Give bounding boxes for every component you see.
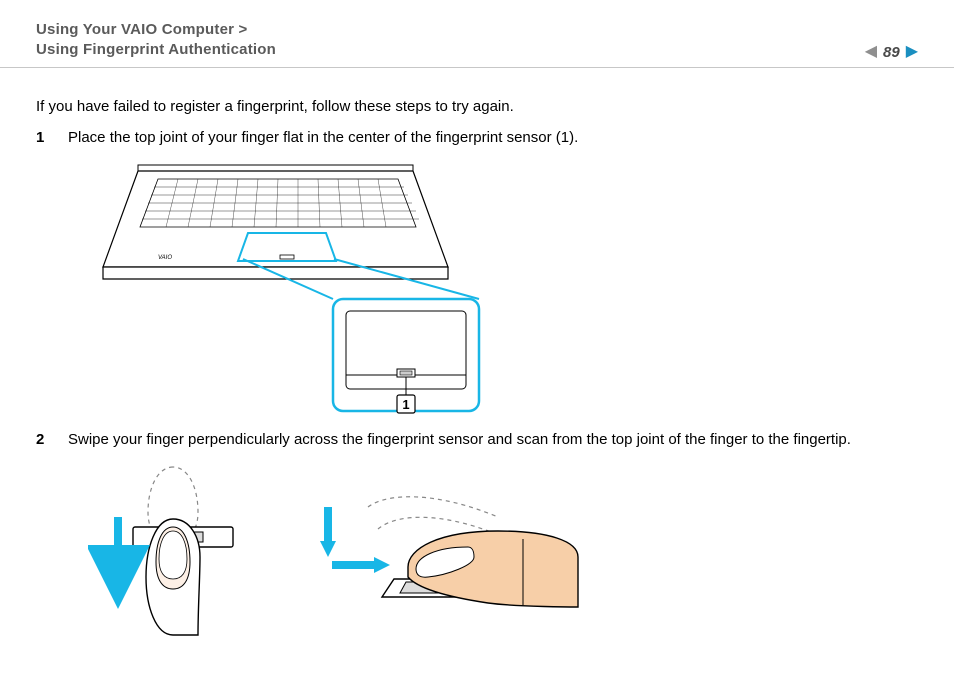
swipe-top-view	[110, 467, 233, 635]
breadcrumb: Using Your VAIO Computer > Using Fingerp…	[36, 20, 918, 61]
breadcrumb-line1: Using Your VAIO Computer >	[36, 20, 918, 40]
step-number: 2	[36, 429, 50, 451]
step-number: 1	[36, 127, 50, 149]
svg-text:VAIO: VAIO	[158, 255, 172, 261]
laptop-illustration: VAIO	[103, 165, 448, 279]
prev-page-icon[interactable]: ◀	[865, 44, 877, 60]
breadcrumb-line2: Using Fingerprint Authentication	[36, 40, 918, 60]
figure-laptop-sensor: VAIO 1	[88, 159, 488, 419]
page-number: 89	[883, 44, 900, 61]
page-controls: ◀ 89 ▶	[865, 44, 918, 61]
intro-text: If you have failed to register a fingerp…	[36, 96, 918, 118]
step-1: 1 Place the top joint of your finger fla…	[36, 127, 918, 149]
swipe-side-view	[320, 497, 578, 607]
sensor-detail-box: 1	[333, 299, 479, 413]
step-text: Swipe your finger perpendicularly across…	[68, 429, 918, 451]
next-page-icon[interactable]: ▶	[906, 44, 918, 60]
page-header: Using Your VAIO Computer > Using Fingerp…	[0, 0, 954, 68]
step-2: 2 Swipe your finger perpendicularly acro…	[36, 429, 918, 451]
step-text: Place the top joint of your finger flat …	[68, 127, 918, 149]
figure-swipe-direction	[88, 457, 588, 637]
callout-label-1: 1	[402, 397, 409, 412]
page-content: If you have failed to register a fingerp…	[0, 68, 954, 637]
